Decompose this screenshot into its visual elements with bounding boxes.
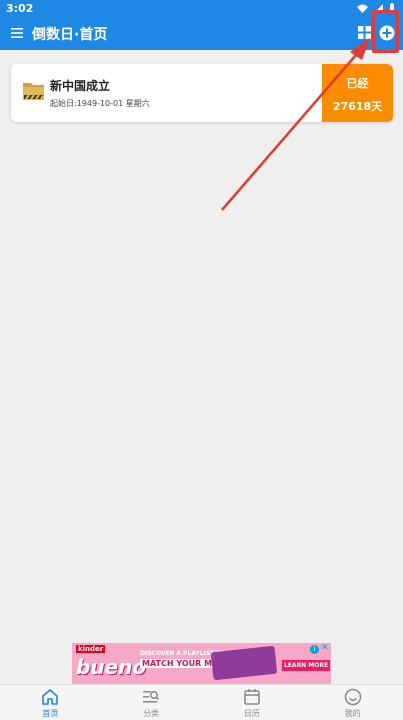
status-time: 3:02 xyxy=(6,2,34,15)
tab-label: 我的 xyxy=(344,709,361,718)
calendar-icon xyxy=(244,689,260,705)
badge-label: 已经 xyxy=(346,77,369,90)
tab-calendar[interactable]: 日历 xyxy=(202,685,303,720)
category-search-icon xyxy=(143,691,160,703)
page-title: 倒数日·首页 xyxy=(32,27,108,43)
ad-cta-button[interactable]: LEARN MORE xyxy=(282,660,331,671)
days-badge: 已经 27618天 xyxy=(322,64,393,122)
event-name: 新中国成立 xyxy=(50,79,111,93)
smile-profile-icon xyxy=(344,688,361,706)
menu-icon[interactable] xyxy=(10,26,24,40)
tab-profile[interactable]: 我的 xyxy=(302,685,403,720)
app-bar: 倒数日·首页 xyxy=(0,18,403,50)
tab-label: 日历 xyxy=(243,709,260,718)
event-start-date: 起始日:1949-10-01 星期六 xyxy=(50,99,150,108)
tab-home[interactable]: 首页 xyxy=(0,685,101,720)
home-icon xyxy=(42,689,59,705)
ad-product-image xyxy=(210,645,278,681)
status-bar: 3:02 xyxy=(0,0,403,18)
folder-icon xyxy=(23,83,44,100)
ad-info-icon[interactable]: i xyxy=(310,645,319,654)
tab-label: 分类 xyxy=(143,709,160,718)
ad-banner[interactable]: kinder bueno DISCOVER A PLAYLIST TO MATC… xyxy=(72,643,331,684)
tab-category[interactable]: 分类 xyxy=(101,685,202,720)
badge-days: 27618天 xyxy=(332,100,383,113)
ad-brand: kinder xyxy=(76,645,106,653)
ad-close-icon[interactable]: ✕ xyxy=(321,643,329,653)
event-card[interactable]: 新中国成立 起始日:1949-10-01 星期六 已经 27618天 xyxy=(11,64,393,122)
add-button-highlight xyxy=(372,10,399,53)
ad-product: bueno xyxy=(76,655,147,679)
grid-view-icon[interactable] xyxy=(358,26,371,39)
bottom-tab-bar: 首页 分类 日历 我的 xyxy=(0,684,403,720)
tab-label: 首页 xyxy=(42,709,59,718)
wifi-icon xyxy=(357,4,368,13)
